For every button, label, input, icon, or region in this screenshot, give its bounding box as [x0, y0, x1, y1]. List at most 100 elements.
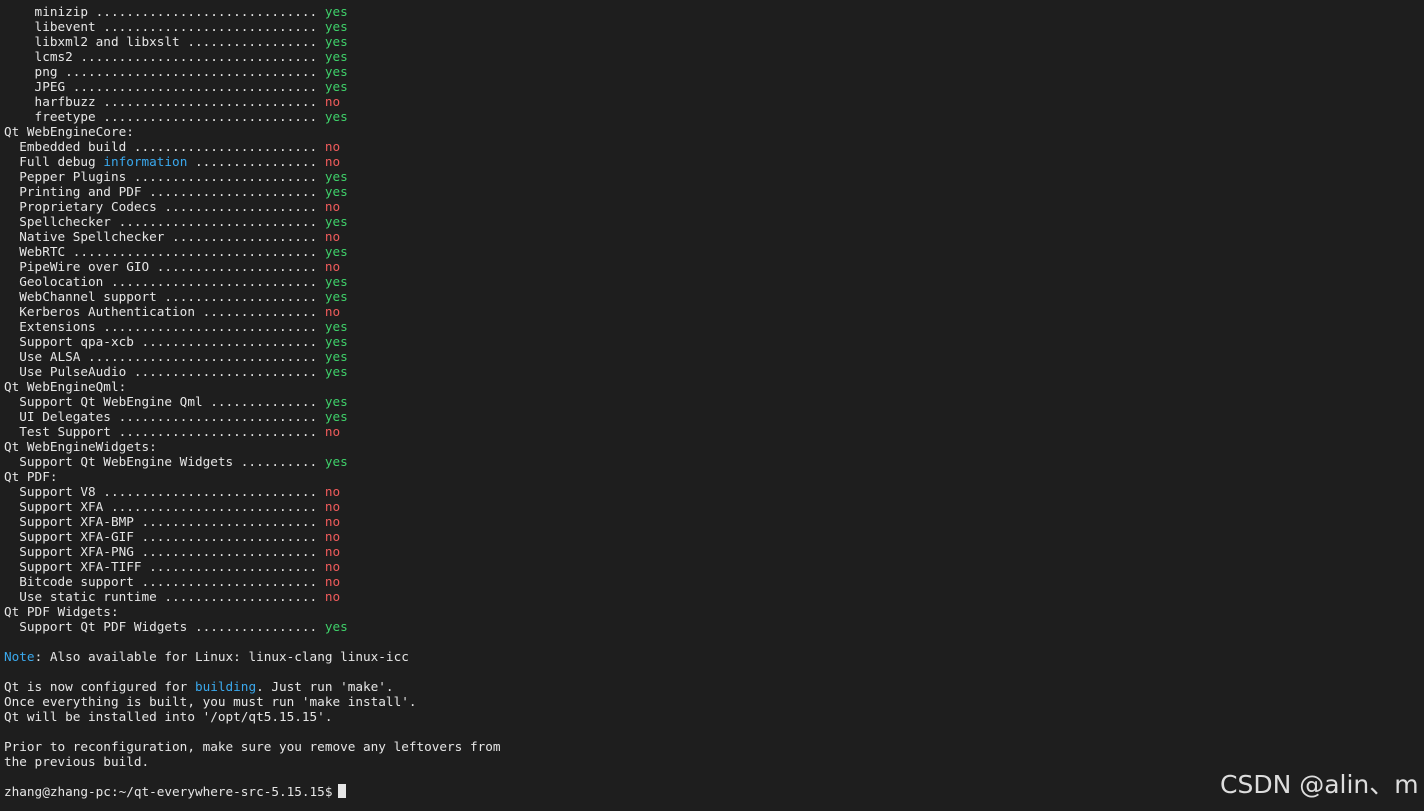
- section-heading-text: Qt WebEngineWidgets:: [4, 439, 157, 454]
- config-dots: ..........................: [110, 214, 325, 229]
- config-label: WebRTC: [4, 244, 66, 259]
- config-dots: .......................: [133, 514, 325, 529]
- config-line: WebRTC ................................ …: [4, 244, 1420, 259]
- config-value: yes: [324, 289, 348, 304]
- config-line: Full debug information ................ …: [4, 154, 1420, 169]
- config-dots: .......................: [133, 574, 325, 589]
- config-label-keyword: information: [103, 154, 188, 169]
- configured-line: Qt is now configured for building. Just …: [4, 679, 1420, 694]
- config-line: Spellchecker .......................... …: [4, 214, 1420, 229]
- configured-keyword: building: [194, 679, 257, 694]
- config-label: Proprietary Codecs: [4, 199, 157, 214]
- config-label: Support XFA-PNG: [4, 544, 134, 559]
- config-value: no: [324, 154, 341, 169]
- config-label: Printing and PDF: [4, 184, 142, 199]
- config-value: no: [324, 259, 341, 274]
- config-label: PipeWire over GIO: [4, 259, 150, 274]
- config-line: png ................................. ye…: [4, 64, 1420, 79]
- config-label: WebChannel support: [4, 289, 157, 304]
- config-value: no: [324, 589, 341, 604]
- config-label: Pepper Plugins: [4, 169, 127, 184]
- config-line: UI Delegates .......................... …: [4, 409, 1420, 424]
- config-label: Native Spellchecker: [4, 229, 165, 244]
- note-text: : Also available for Linux: linux-clang …: [34, 649, 409, 664]
- config-label: Support XFA-TIFF: [4, 559, 142, 574]
- config-line: WebChannel support .................... …: [4, 289, 1420, 304]
- config-value: yes: [324, 364, 348, 379]
- config-label: Support Qt PDF Widgets: [4, 619, 188, 634]
- config-value: no: [324, 499, 341, 514]
- config-label: JPEG: [4, 79, 66, 94]
- config-label: Support XFA: [4, 499, 104, 514]
- config-value: yes: [324, 394, 348, 409]
- config-dots: ................: [187, 154, 325, 169]
- config-line: Pepper Plugins ........................ …: [4, 169, 1420, 184]
- section-heading: Qt PDF Widgets:: [4, 604, 1420, 619]
- config-label: Support XFA-BMP: [4, 514, 134, 529]
- config-dots: ................................: [65, 244, 325, 259]
- section-heading: Qt WebEngineQml:: [4, 379, 1420, 394]
- note-line: Note: Also available for Linux: linux-cl…: [4, 649, 1420, 664]
- config-line: lcms2 ............................... ye…: [4, 49, 1420, 64]
- config-line: Proprietary Codecs .................... …: [4, 199, 1420, 214]
- config-line: Support Qt WebEngine Qml .............. …: [4, 394, 1420, 409]
- terminal-output[interactable]: minizip ............................. ye…: [4, 4, 1420, 799]
- config-label: minizip: [4, 4, 89, 19]
- config-label: Test Support: [4, 424, 111, 439]
- config-dots: .......................: [133, 529, 325, 544]
- config-value: yes: [324, 619, 348, 634]
- config-value: no: [324, 529, 341, 544]
- config-line: Kerberos Authentication ............... …: [4, 304, 1420, 319]
- config-value: yes: [324, 334, 348, 349]
- config-dots: ............................: [95, 484, 325, 499]
- config-value: yes: [324, 79, 348, 94]
- text-cursor[interactable]: [338, 784, 347, 798]
- config-dots: ............................: [95, 319, 325, 334]
- config-line: harfbuzz ............................ no: [4, 94, 1420, 109]
- config-dots: ............................: [95, 19, 325, 34]
- config-line: Test Support .......................... …: [4, 424, 1420, 439]
- config-dots: .................................: [57, 64, 325, 79]
- config-dots: ......................: [141, 184, 325, 199]
- config-label: Support qpa-xcb: [4, 334, 134, 349]
- config-line: Support Qt WebEngine Widgets .......... …: [4, 454, 1420, 469]
- config-dots: ....................: [156, 289, 325, 304]
- config-dots: ...........................: [103, 274, 325, 289]
- section-heading: Qt WebEngineCore:: [4, 124, 1420, 139]
- note-prefix: Note: [4, 649, 35, 664]
- config-dots: ..........................: [110, 409, 325, 424]
- config-value: no: [324, 574, 341, 589]
- config-line: freetype ............................ ye…: [4, 109, 1420, 124]
- config-dots: ........................: [126, 364, 325, 379]
- config-line: Extensions ............................ …: [4, 319, 1420, 334]
- config-value: no: [324, 199, 341, 214]
- config-dots: ................................: [65, 79, 325, 94]
- config-label: Geolocation: [4, 274, 104, 289]
- config-value: no: [324, 424, 341, 439]
- config-label: Use ALSA: [4, 349, 81, 364]
- config-value: no: [324, 229, 341, 244]
- config-dots: ....................: [156, 199, 325, 214]
- config-line: Use PulseAudio ........................ …: [4, 364, 1420, 379]
- csdn-watermark: CSDN @alin、mi: [1220, 770, 1420, 799]
- config-label: png: [4, 64, 58, 79]
- config-line: Support V8 ............................ …: [4, 484, 1420, 499]
- config-dots: ..........................: [110, 424, 325, 439]
- config-value: yes: [324, 454, 348, 469]
- config-value: yes: [324, 319, 348, 334]
- config-value: no: [324, 484, 341, 499]
- config-dots: ....................: [156, 589, 325, 604]
- configured-line: Qt will be installed into '/opt/qt5.15.1…: [4, 709, 333, 724]
- config-dots: .................: [179, 34, 325, 49]
- config-line: Support qpa-xcb ....................... …: [4, 334, 1420, 349]
- config-dots: ........................: [126, 139, 325, 154]
- config-value: no: [324, 544, 341, 559]
- config-line: Bitcode support ....................... …: [4, 574, 1420, 589]
- config-line: Geolocation ........................... …: [4, 274, 1420, 289]
- config-label: Support XFA-GIF: [4, 529, 134, 544]
- config-value: yes: [324, 34, 348, 49]
- reconfig-line: Prior to reconfiguration, make sure you …: [4, 739, 501, 754]
